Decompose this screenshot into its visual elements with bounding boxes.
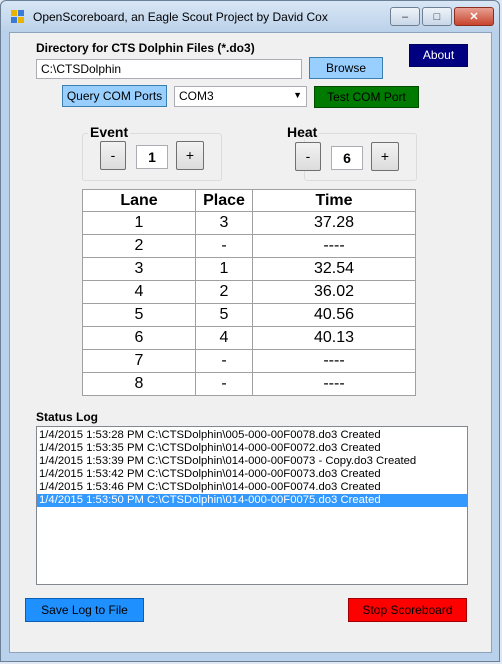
lane-cell: 6 bbox=[82, 326, 196, 350]
heat-decrement-button[interactable]: - bbox=[295, 142, 321, 171]
browse-button[interactable]: Browse bbox=[309, 57, 383, 79]
com-port-dropdown[interactable]: COM3 ▼ bbox=[174, 86, 307, 107]
heat-number-field[interactable]: 6 bbox=[331, 146, 363, 170]
lane-cell: 3 bbox=[82, 257, 196, 281]
event-decrement-button[interactable]: - bbox=[100, 141, 126, 170]
app-window: OpenScoreboard, an Eagle Scout Project b… bbox=[0, 0, 500, 662]
heat-label: Heat bbox=[285, 124, 320, 140]
app-icon bbox=[11, 10, 25, 24]
log-entry[interactable]: 1/4/2015 1:53:42 PM C:\CTSDolphin\014-00… bbox=[37, 468, 467, 481]
event-label: Event bbox=[88, 124, 131, 140]
directory-label: Directory for CTS Dolphin Files (*.do3) bbox=[36, 41, 255, 55]
time-cell: 37.28 bbox=[252, 211, 416, 235]
stop-scoreboard-button[interactable]: Stop Scoreboard bbox=[348, 598, 467, 622]
place-cell: 5 bbox=[195, 303, 253, 327]
column-header-place: Place bbox=[195, 189, 253, 212]
log-entry-selected[interactable]: 1/4/2015 1:53:50 PM C:\CTSDolphin\014-00… bbox=[37, 494, 467, 507]
column-header-time: Time bbox=[252, 189, 416, 212]
lane-cell: 7 bbox=[82, 349, 196, 373]
log-entry[interactable]: 1/4/2015 1:53:39 PM C:\CTSDolphin\014-00… bbox=[37, 455, 467, 468]
place-cell: 4 bbox=[195, 326, 253, 350]
place-cell: - bbox=[195, 349, 253, 373]
query-com-ports-button[interactable]: Query COM Ports bbox=[62, 85, 167, 107]
results-header-row: Lane Place Time bbox=[82, 189, 416, 212]
title-bar[interactable]: OpenScoreboard, an Eagle Scout Project b… bbox=[1, 1, 499, 31]
table-row: 7 - ---- bbox=[82, 349, 416, 373]
lane-cell: 2 bbox=[82, 234, 196, 258]
log-entry[interactable]: 1/4/2015 1:53:28 PM C:\CTSDolphin\005-00… bbox=[37, 429, 467, 442]
time-cell: 40.13 bbox=[252, 326, 416, 350]
minimize-button[interactable]: – bbox=[390, 7, 420, 26]
lane-cell: 1 bbox=[82, 211, 196, 235]
test-com-port-button[interactable]: Test COM Port bbox=[314, 86, 419, 108]
time-cell: 40.56 bbox=[252, 303, 416, 327]
lane-cell: 4 bbox=[82, 280, 196, 304]
column-header-lane: Lane bbox=[82, 189, 196, 212]
status-log-label: Status Log bbox=[36, 410, 98, 424]
table-row: 6 4 40.13 bbox=[82, 326, 416, 350]
time-cell: ---- bbox=[252, 234, 416, 258]
lane-cell: 5 bbox=[82, 303, 196, 327]
table-row: 3 1 32.54 bbox=[82, 257, 416, 281]
place-cell: 2 bbox=[195, 280, 253, 304]
heat-increment-button[interactable]: + bbox=[371, 142, 399, 171]
event-number-field[interactable]: 1 bbox=[136, 145, 168, 169]
place-cell: - bbox=[195, 234, 253, 258]
time-cell: ---- bbox=[252, 349, 416, 373]
table-row: 2 - ---- bbox=[82, 234, 416, 258]
directory-input[interactable]: C:\CTSDolphin bbox=[36, 59, 302, 79]
lane-cell: 8 bbox=[82, 372, 196, 396]
table-row: 5 5 40.56 bbox=[82, 303, 416, 327]
time-cell: ---- bbox=[252, 372, 416, 396]
event-increment-button[interactable]: + bbox=[176, 141, 204, 170]
close-button[interactable]: ✕ bbox=[454, 7, 494, 26]
status-log-list[interactable]: 1/4/2015 1:53:28 PM C:\CTSDolphin\005-00… bbox=[36, 426, 468, 585]
client-area: Directory for CTS Dolphin Files (*.do3) … bbox=[9, 32, 492, 653]
place-cell: 3 bbox=[195, 211, 253, 235]
about-button[interactable]: About bbox=[409, 44, 468, 67]
table-row: 8 - ---- bbox=[82, 372, 416, 396]
table-row: 1 3 37.28 bbox=[82, 211, 416, 235]
com-port-selected: COM3 bbox=[179, 89, 214, 103]
time-cell: 36.02 bbox=[252, 280, 416, 304]
log-entry[interactable]: 1/4/2015 1:53:46 PM C:\CTSDolphin\014-00… bbox=[37, 481, 467, 494]
save-log-button[interactable]: Save Log to File bbox=[25, 598, 144, 622]
results-table: Lane Place Time 1 3 37.28 2 - ---- 3 1 3… bbox=[82, 189, 416, 396]
log-entry[interactable]: 1/4/2015 1:53:35 PM C:\CTSDolphin\014-00… bbox=[37, 442, 467, 455]
place-cell: - bbox=[195, 372, 253, 396]
table-row: 4 2 36.02 bbox=[82, 280, 416, 304]
time-cell: 32.54 bbox=[252, 257, 416, 281]
place-cell: 1 bbox=[195, 257, 253, 281]
chevron-down-icon: ▼ bbox=[293, 90, 302, 100]
maximize-button[interactable]: □ bbox=[422, 7, 452, 26]
window-title: OpenScoreboard, an Eagle Scout Project b… bbox=[33, 10, 328, 24]
